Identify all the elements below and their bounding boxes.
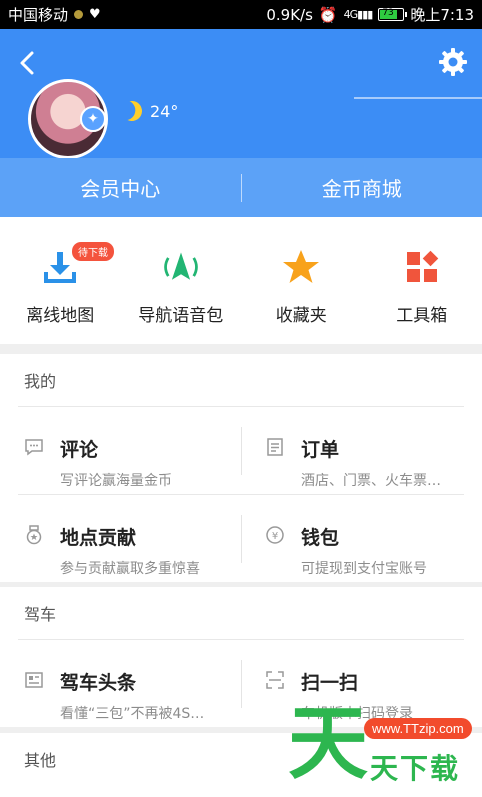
gear-icon	[439, 48, 467, 76]
navigation-voice-icon	[161, 247, 201, 287]
watermark: 天 www.TTzip.com 天下载	[288, 703, 482, 785]
list-row: 地点贡献 参与贡献赢取多重惊喜 ¥ 钱包 可提现到支付宝账号	[0, 495, 482, 582]
network-speed: 0.9K/s	[266, 5, 313, 24]
tool-voice-pack[interactable]: 导航语音包	[121, 217, 242, 344]
list-item-driving-news[interactable]: 驾车头条 看懂“三包”不再被4S…	[0, 640, 241, 727]
tool-label: 收藏夹	[275, 306, 327, 326]
pending-download-badge: 待下载	[72, 242, 114, 261]
section-title: 我的	[24, 372, 57, 391]
list-item-order[interactable]: 订单 酒店、门票、火车票…	[241, 407, 482, 494]
alarm-icon: ⏰	[318, 5, 338, 24]
medal-icon	[26, 525, 42, 545]
status-bar: 中国移动 ♥ 0.9K/s ⏰ 4G▮▮▮ 73 晚上7:13	[0, 0, 482, 29]
item-subtitle: 酒店、门票、火车票…	[301, 473, 441, 489]
health-icon: ♥	[89, 7, 101, 22]
item-subtitle: 写评论赢海量金币	[60, 473, 172, 489]
notification-dot-icon	[74, 10, 84, 19]
section-mine: 我的 评论 写评论赢海量金币 订单 酒店、门票、火车票… 地点贡献 参与贡献赢取…	[0, 354, 482, 582]
order-icon	[267, 438, 283, 456]
section-title: 驾车	[24, 605, 57, 624]
list-item-wallet[interactable]: ¥ 钱包 可提现到支付宝账号	[241, 495, 482, 582]
item-subtitle: 可提现到支付宝账号	[301, 561, 427, 577]
moon-icon	[119, 98, 145, 124]
carrier-label: 中国移动	[8, 6, 69, 24]
item-title: 评论	[60, 439, 99, 461]
profile-header: ✦ 24°	[0, 29, 482, 158]
quick-tools: 待下载 离线地图 导航语音包 收藏夹 工具箱	[0, 217, 482, 344]
member-center-button[interactable]: 会员中心	[0, 173, 241, 202]
list-item-comment[interactable]: 评论 写评论赢海量金币	[0, 407, 241, 494]
weather-info: 24°	[122, 101, 178, 121]
clock: 晚上7:13	[410, 6, 474, 24]
item-title: 地点贡献	[60, 527, 137, 549]
member-bar: 会员中心 金币商城	[0, 158, 482, 217]
item-title: 驾车头条	[60, 672, 137, 694]
scan-icon	[266, 671, 284, 689]
back-button[interactable]	[12, 47, 44, 79]
svg-text:¥: ¥	[272, 531, 278, 542]
decorative-line	[354, 97, 482, 99]
item-title: 订单	[301, 439, 340, 461]
list-item-place-contribution[interactable]: 地点贡献 参与贡献赢取多重惊喜	[0, 495, 241, 582]
item-title: 扫一扫	[301, 672, 359, 694]
coin-mall-button[interactable]: 金币商城	[242, 173, 482, 202]
tool-offline-map[interactable]: 待下载 离线地图	[0, 217, 121, 344]
tool-label: 工具箱	[396, 306, 448, 326]
list-row: 评论 写评论赢海量金币 订单 酒店、门票、火车票…	[0, 407, 482, 494]
tool-toolbox[interactable]: 工具箱	[362, 217, 482, 344]
wallet-icon: ¥	[266, 526, 284, 544]
settings-button[interactable]	[438, 47, 468, 77]
vip-badge-icon: ✦	[80, 106, 106, 132]
tool-favorites[interactable]: 收藏夹	[241, 217, 362, 344]
star-icon	[281, 247, 321, 287]
item-subtitle: 参与贡献赢取多重惊喜	[60, 561, 200, 577]
watermark-logo: 天	[288, 696, 368, 790]
watermark-text: 天下载	[370, 752, 461, 785]
item-title: 钱包	[301, 527, 340, 549]
back-arrow-icon	[20, 51, 34, 75]
tool-label: 导航语音包	[138, 306, 224, 326]
toolbox-icon	[402, 247, 442, 287]
battery-icon: 73	[378, 8, 408, 21]
news-icon	[25, 672, 43, 688]
comment-icon	[25, 439, 43, 456]
signal-icon: 4G▮▮▮	[343, 8, 374, 21]
tool-label: 离线地图	[26, 306, 95, 326]
watermark-url: www.TTzip.com	[364, 718, 472, 739]
item-subtitle: 看懂“三包”不再被4S…	[60, 706, 205, 722]
temperature: 24°	[150, 101, 179, 121]
